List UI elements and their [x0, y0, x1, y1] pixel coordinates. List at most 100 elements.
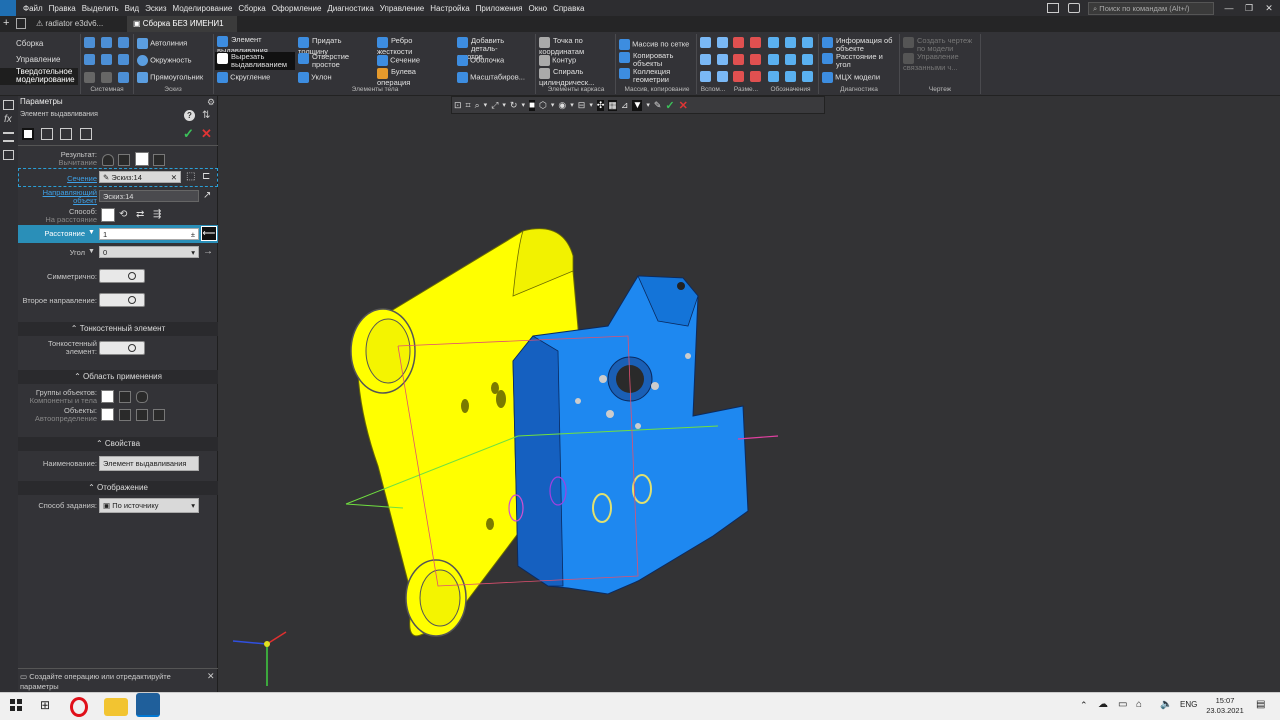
pan-icon[interactable]: ⤢: [491, 100, 498, 111]
result-intersect-icon[interactable]: [153, 154, 165, 166]
distance-dropdown-icon[interactable]: ▼: [88, 229, 95, 236]
text-icon[interactable]: [802, 54, 813, 65]
spiral-button[interactable]: Спираль цилиндрическ...: [539, 68, 594, 87]
groups-components-icon[interactable]: [101, 390, 114, 403]
angle-input[interactable]: 0 ▾: [99, 246, 199, 258]
section-view-icon[interactable]: ⊟: [578, 100, 586, 111]
pan-dropdown-icon[interactable]: ▾: [502, 101, 506, 109]
properties-icon[interactable]: [84, 54, 95, 66]
menu-help[interactable]: Справка: [550, 4, 587, 13]
assign-method-select[interactable]: ▣ По источнику ▾: [99, 498, 199, 513]
visibility-dropdown-icon[interactable]: ▾: [570, 101, 574, 109]
shaded-view-icon[interactable]: ■: [528, 99, 536, 111]
open-icon[interactable]: [101, 37, 112, 48]
orientation-icon[interactable]: ⬡: [539, 100, 547, 111]
mass-props-button[interactable]: МЦХ модели: [822, 72, 880, 83]
snap-icon[interactable]: ✣: [596, 99, 605, 111]
zoom-icon[interactable]: ⌕: [475, 100, 480, 111]
tree-panel-icon[interactable]: [3, 132, 14, 142]
point-button[interactable]: Точка по координатам: [539, 37, 584, 56]
create-drawing-button[interactable]: Создать чертеж по модели: [903, 37, 972, 53]
scope-section-header[interactable]: ⌃ Область применения: [18, 370, 218, 384]
parameters-icon[interactable]: [3, 100, 14, 110]
reverse-direction-icon[interactable]: ⟵: [201, 226, 217, 241]
clock[interactable]: 15:07 23.03.2021: [1205, 696, 1245, 716]
geometry-collection-button[interactable]: Коллекция геометрии: [619, 68, 670, 84]
tab3-icon[interactable]: [60, 128, 72, 140]
dimension-more-icon[interactable]: [750, 71, 761, 82]
tab4-icon[interactable]: [80, 128, 92, 140]
point-aux-icon[interactable]: [717, 54, 728, 65]
close-button[interactable]: ✕: [1256, 0, 1280, 16]
tab-radiator[interactable]: ⚠ radiator e3dv6...: [30, 16, 122, 32]
battery-icon[interactable]: ▭: [1118, 699, 1127, 710]
thin-wall-section-header[interactable]: ⌃ Тонкостенный элемент: [18, 322, 218, 336]
opera-browser-icon[interactable]: [70, 697, 88, 717]
network-icon[interactable]: ⌂: [1136, 699, 1142, 710]
new-document-icon[interactable]: +: [3, 17, 9, 29]
draft-button[interactable]: Уклон: [298, 72, 332, 83]
window-icon[interactable]: [1047, 3, 1059, 13]
menu-edit[interactable]: Правка: [46, 4, 79, 13]
display-section-header[interactable]: ⌃ Отображение: [18, 481, 218, 495]
polyline-button[interactable]: Автолиния: [137, 38, 187, 49]
menu-diagnostics[interactable]: Диагностика: [324, 4, 376, 13]
boolean-button[interactable]: Булева операция: [377, 68, 416, 87]
copy-icon[interactable]: [118, 71, 129, 83]
cloud-icon[interactable]: ☁: [1098, 699, 1108, 710]
rectangle-button[interactable]: Прямоугольник: [137, 72, 203, 83]
task-view-icon[interactable]: ⊞: [40, 698, 50, 712]
plane-icon[interactable]: [717, 37, 728, 48]
tab-assembly[interactable]: ▣ Сборка БЕЗ ИМЕНИ1 ✕: [127, 16, 237, 44]
measure-icon[interactable]: ⊿: [621, 100, 629, 111]
menu-settings[interactable]: Настройка: [427, 4, 472, 13]
menu-view[interactable]: Вид: [122, 4, 142, 13]
frame-icon[interactable]: ⌗: [466, 100, 471, 111]
radius-dimension-icon[interactable]: [733, 54, 744, 65]
base-icon[interactable]: [785, 37, 796, 48]
direction-arrow-icon[interactable]: ↗: [203, 190, 211, 201]
params-tab-icon[interactable]: [22, 128, 34, 140]
menu-management[interactable]: Управление: [377, 4, 427, 13]
linear-dimension-icon[interactable]: [733, 37, 744, 48]
objects-add-icon[interactable]: [153, 409, 165, 421]
select-sketch-icon[interactable]: ⊏: [202, 171, 210, 182]
second-direction-toggle[interactable]: [99, 293, 145, 307]
auto-dimension-icon[interactable]: [733, 71, 744, 82]
mode-management[interactable]: Управление: [0, 52, 78, 67]
section-view-dropdown-icon[interactable]: ▾: [589, 101, 593, 109]
tray-chevron-icon[interactable]: ⌃: [1080, 700, 1088, 711]
angle-dimension-icon[interactable]: [750, 54, 761, 65]
shell-button[interactable]: Оболочка: [457, 55, 504, 66]
filter-icon[interactable]: ▼: [632, 99, 643, 111]
documents-list-icon[interactable]: [16, 18, 26, 29]
grid-array-button[interactable]: Массив по сетке: [619, 39, 689, 50]
undo-icon[interactable]: [84, 71, 95, 83]
result-subtract-icon[interactable]: [135, 152, 149, 166]
properties-section-header[interactable]: ⌃ Свойства: [18, 437, 218, 451]
save-icon[interactable]: [118, 37, 129, 48]
start-button[interactable]: [10, 699, 22, 711]
menu-formatting[interactable]: Оформление: [269, 4, 325, 13]
command-search-input[interactable]: ⌕ Поиск по командам (Alt+/): [1088, 2, 1214, 15]
sketch-view-icon[interactable]: ⊡: [454, 100, 462, 111]
cancel-x-icon[interactable]: ✕: [201, 126, 212, 142]
method-to-surface-icon[interactable]: ⇶: [153, 209, 161, 220]
scale-button[interactable]: Масштабиров...: [457, 72, 525, 83]
clear-section-icon[interactable]: ✕: [171, 173, 177, 182]
confirm-check-icon[interactable]: ✓: [183, 126, 194, 142]
language-indicator[interactable]: ENG: [1180, 700, 1197, 709]
tab2-icon[interactable]: [41, 128, 53, 140]
objects-exclude-icon[interactable]: [136, 409, 148, 421]
kompas-app-icon[interactable]: [136, 693, 160, 717]
visibility-icon[interactable]: ◉: [558, 100, 566, 111]
note-icon[interactable]: [802, 71, 813, 82]
eyedropper-icon[interactable]: ✎: [654, 100, 662, 111]
objects-select-icon[interactable]: [119, 409, 131, 421]
menu-sketch[interactable]: Эскиз: [142, 4, 169, 13]
direction-field[interactable]: Эскиз:14: [99, 190, 199, 202]
menu-assembly[interactable]: Сборка: [235, 4, 268, 13]
zoom-dropdown-icon[interactable]: ▾: [484, 101, 488, 109]
objects-auto-icon[interactable]: [101, 408, 114, 421]
symmetric-toggle[interactable]: [99, 269, 145, 283]
